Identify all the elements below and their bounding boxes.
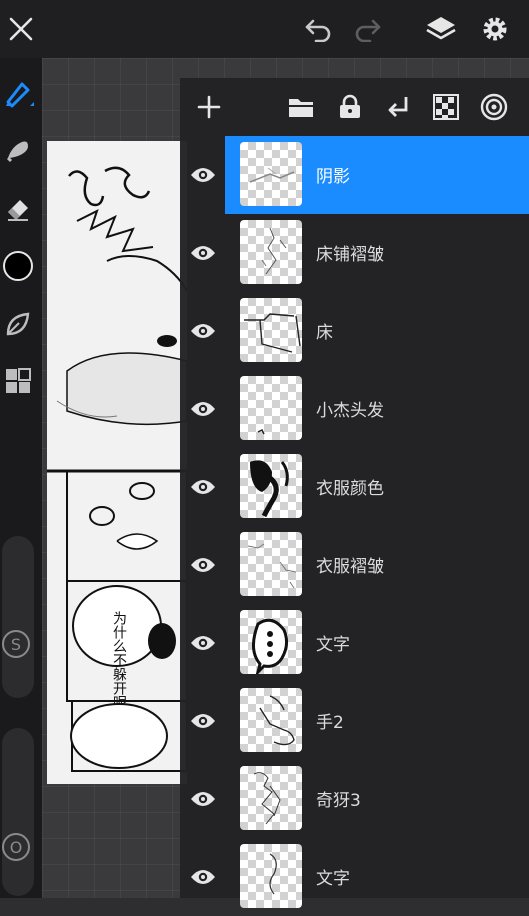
eye-icon[interactable] <box>186 158 220 192</box>
eye-icon[interactable] <box>186 470 220 504</box>
close-icon[interactable] <box>4 12 38 46</box>
left-toolbar: S O <box>0 58 42 898</box>
layer-name: 文字 <box>316 869 350 889</box>
layer-name: 阴影 <box>316 167 350 187</box>
eraser-icon[interactable] <box>0 190 36 226</box>
gear-icon[interactable] <box>478 12 512 46</box>
color-swatch[interactable] <box>0 248 36 284</box>
layer-row[interactable]: 小杰头发 <box>180 370 529 448</box>
manga-page[interactable]: 为什么不躲开呢？ <box>47 141 187 784</box>
layers-panel: 阴影 床铺褶皱 床 小杰头发 衣服颜色 衣服褶皱 文字 手2 奇犽3 文字 <box>180 78 529 908</box>
layer-thumbnail <box>240 610 302 674</box>
layer-thumbnail <box>240 454 302 518</box>
layer-row[interactable]: 文字 <box>180 604 529 682</box>
layer-row[interactable]: 阴影 <box>180 136 529 214</box>
opacity-slider[interactable] <box>2 728 34 896</box>
size-slider-badge: S <box>2 630 30 658</box>
layer-row[interactable]: 床铺褶皱 <box>180 214 529 292</box>
layer-name: 衣服颜色 <box>316 479 384 499</box>
eye-icon[interactable] <box>186 314 220 348</box>
folder-icon[interactable] <box>284 90 318 124</box>
layer-row-body[interactable]: 床 <box>225 292 529 370</box>
eye-icon[interactable] <box>186 704 220 738</box>
leaf-icon[interactable] <box>0 306 36 342</box>
eye-icon[interactable] <box>186 548 220 582</box>
layer-row-body[interactable]: 奇犽3 <box>225 760 529 838</box>
merge-down-icon[interactable] <box>381 90 415 124</box>
layer-name: 小杰头发 <box>316 401 384 421</box>
top-bar <box>0 0 529 58</box>
brush-icon[interactable] <box>0 76 36 112</box>
layer-row-body[interactable]: 手2 <box>225 682 529 760</box>
layer-thumbnail <box>240 844 302 908</box>
layer-row[interactable]: 床 <box>180 292 529 370</box>
layer-row-body[interactable]: 衣服颜色 <box>225 448 529 526</box>
layer-thumbnail <box>240 220 302 284</box>
add-icon[interactable] <box>192 90 226 124</box>
layer-row-body[interactable]: 文字 <box>225 838 529 916</box>
grid-icon[interactable] <box>0 363 36 399</box>
target-icon[interactable] <box>477 90 511 124</box>
layer-row-body[interactable]: 小杰头发 <box>225 370 529 448</box>
layer-thumbnail <box>240 688 302 752</box>
layer-thumbnail <box>240 532 302 596</box>
layer-row[interactable]: 文字 <box>180 838 529 916</box>
layer-row-body[interactable]: 文字 <box>225 604 529 682</box>
layer-name: 床 <box>316 323 333 343</box>
undo-icon[interactable] <box>302 12 336 46</box>
checker-icon[interactable] <box>429 90 463 124</box>
layer-row-body[interactable]: 阴影 <box>225 136 529 214</box>
layers-panel-toolbar <box>180 78 529 136</box>
eye-icon[interactable] <box>186 236 220 270</box>
layer-thumbnail <box>240 376 302 440</box>
redo-icon[interactable] <box>350 12 384 46</box>
layers-icon[interactable] <box>424 12 458 46</box>
layer-name: 奇犽3 <box>316 791 361 811</box>
eye-icon[interactable] <box>186 626 220 660</box>
layer-row-body[interactable]: 床铺褶皱 <box>225 214 529 292</box>
layer-row[interactable]: 衣服颜色 <box>180 448 529 526</box>
layer-thumbnail <box>240 766 302 830</box>
layer-row[interactable]: 手2 <box>180 682 529 760</box>
lock-icon[interactable] <box>333 90 367 124</box>
layer-name: 床铺褶皱 <box>316 245 384 265</box>
smudge-icon[interactable] <box>0 132 36 168</box>
layer-name: 文字 <box>316 635 350 655</box>
eye-icon[interactable] <box>186 782 220 816</box>
layer-thumbnail <box>240 298 302 362</box>
layer-row[interactable]: 奇犽3 <box>180 760 529 838</box>
layer-row[interactable]: 衣服褶皱 <box>180 526 529 604</box>
size-slider[interactable] <box>2 536 34 698</box>
eye-icon[interactable] <box>186 860 220 894</box>
eye-icon[interactable] <box>186 392 220 426</box>
manga-artwork: 为什么不躲开呢？ <box>47 166 187 772</box>
layer-row-body[interactable]: 衣服褶皱 <box>225 526 529 604</box>
layer-name: 衣服褶皱 <box>316 557 384 577</box>
layer-thumbnail <box>240 142 302 206</box>
layer-name: 手2 <box>316 713 344 733</box>
opacity-slider-badge: O <box>2 833 30 861</box>
